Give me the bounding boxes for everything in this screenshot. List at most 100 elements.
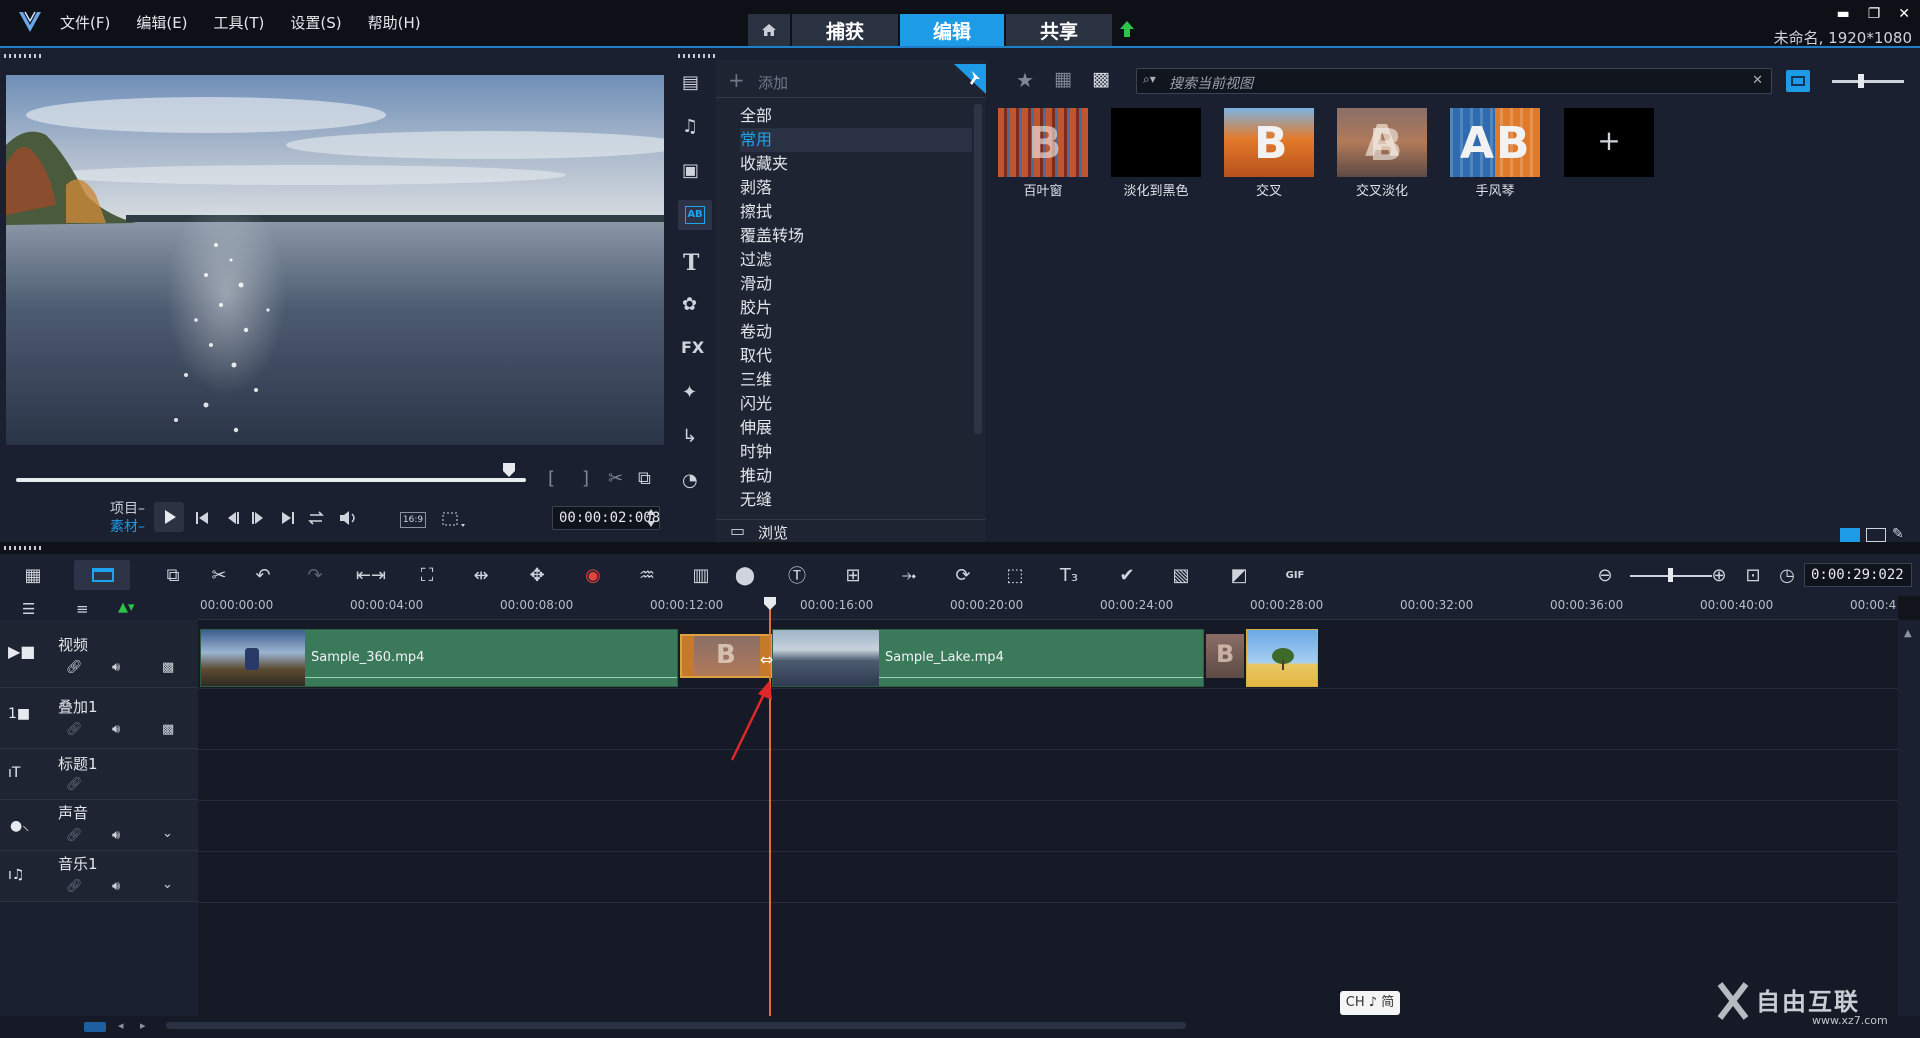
category-stretch[interactable]: 伸展 — [740, 416, 972, 440]
category-3d[interactable]: 三维 — [740, 368, 972, 392]
clear-search-icon[interactable]: ✕ — [1752, 73, 1763, 88]
filter-fx-icon[interactable]: FX — [681, 338, 711, 362]
split-screen-icon[interactable]: ⇹ — [468, 562, 494, 588]
title-icon[interactable]: T — [683, 250, 709, 276]
link-icon[interactable]: 🔗︎ — [66, 879, 83, 894]
link-icon[interactable]: 🔗︎ — [66, 660, 83, 675]
redo-icon[interactable]: ↷ — [302, 562, 328, 588]
mark-in-icon[interactable]: [ — [548, 468, 555, 489]
playhead-handle-icon[interactable] — [762, 596, 778, 612]
templates-icon[interactable]: ▣ — [682, 160, 708, 184]
add-folder-label[interactable]: 添加 — [758, 72, 788, 93]
transition-thumb-blinds[interactable]: B 百叶窗 — [998, 108, 1088, 200]
undo-icon[interactable]: ↶ — [250, 562, 276, 588]
split-clip-icon[interactable]: ✂ — [608, 468, 623, 489]
scrubber-handle-icon[interactable] — [502, 462, 516, 478]
category-flash[interactable]: 闪光 — [740, 392, 972, 416]
repeat-icon[interactable] — [308, 511, 324, 525]
stabilize-icon[interactable]: ⬚ — [1002, 562, 1028, 588]
category-seamless[interactable]: 无缝 — [740, 488, 972, 512]
enlarge-preview-icon[interactable]: ⧉ — [638, 468, 651, 489]
path-icon[interactable]: ↳ — [682, 426, 708, 450]
pan-zoom-icon[interactable]: ✥ — [524, 562, 550, 588]
mute-icon[interactable]: 🔊︎ — [112, 879, 120, 894]
add-transition-icon[interactable]: + — [1564, 108, 1654, 177]
transition-tab[interactable]: AB — [678, 200, 712, 230]
mute-icon[interactable]: 🔊︎ — [112, 722, 120, 737]
tab-capture[interactable]: 捕获 — [792, 14, 898, 46]
ime-indicator[interactable]: CH ♪ 简 — [1340, 991, 1400, 1015]
gif-icon[interactable]: GIF — [1282, 562, 1308, 588]
category-clock[interactable]: 时钟 — [740, 440, 972, 464]
motion-track-icon[interactable]: ⤞ — [896, 562, 922, 588]
mark-out-icon[interactable]: ] — [582, 468, 589, 489]
scroll-right-icon[interactable]: ▸ — [140, 1019, 146, 1032]
category-peel[interactable]: 剥落 — [740, 176, 972, 200]
upload-icon[interactable] — [1118, 20, 1136, 40]
menu-file[interactable]: 文件(F) — [60, 12, 110, 33]
multicam-icon[interactable]: ▥ — [688, 562, 714, 588]
mute-icon[interactable]: 🔊︎ — [112, 828, 120, 843]
timeline-transition[interactable]: B — [680, 634, 772, 678]
track-transparency-icon[interactable]: ▩ — [162, 722, 174, 737]
expand-chevron-icon[interactable]: ⌄ — [162, 877, 173, 892]
search-box[interactable]: ⌕▾ 搜索当前视图 ✕ — [1136, 68, 1772, 94]
grid-icon[interactable]: ⊞ — [840, 562, 866, 588]
go-to-start-icon[interactable] — [196, 512, 208, 524]
clip-mode-label[interactable]: 素材 — [110, 519, 138, 535]
paint-icon[interactable]: ✔ — [1114, 562, 1140, 588]
previous-frame-icon[interactable] — [228, 512, 239, 524]
category-filter[interactable]: 过滤 — [740, 248, 972, 272]
rotate-icon[interactable]: ⟳ — [950, 562, 976, 588]
add-favorite-icon[interactable]: ★ — [1016, 68, 1034, 92]
video-preview[interactable] — [6, 75, 664, 445]
go-to-end-icon[interactable] — [282, 512, 294, 524]
project-clip-mode[interactable]: 项目– 素材– — [110, 500, 145, 536]
motion-icon[interactable]: ✦ — [682, 382, 708, 406]
scroll-left-icon[interactable]: ◂ — [118, 1019, 124, 1032]
library-grip[interactable] — [678, 54, 718, 58]
ripple-edit-icon[interactable]: ▲▾ — [118, 600, 135, 615]
storyboard-view-icon[interactable]: ▦ — [20, 562, 46, 588]
speed-icon[interactable]: ◔ — [682, 470, 708, 494]
menu-tools[interactable]: 工具(T) — [214, 12, 265, 33]
next-frame-icon[interactable] — [252, 512, 263, 524]
copy-icon[interactable]: ⧉ — [160, 562, 186, 588]
transition-thumb-fade-black[interactable]: 淡化到黑色 — [1111, 108, 1201, 200]
mute-icon[interactable]: 🔊︎ — [112, 660, 120, 675]
link-icon[interactable]: 🔗︎ — [66, 722, 83, 737]
color-correct-icon[interactable]: ◩ — [1226, 562, 1252, 588]
audio-mixer-icon[interactable]: ♒ — [634, 562, 660, 588]
pin-icon[interactable] — [954, 64, 986, 94]
tab-share[interactable]: 共享 — [1006, 14, 1112, 46]
horizontal-scrollbar[interactable] — [166, 1022, 1186, 1029]
zoom-in-icon[interactable]: ⊕ — [1706, 562, 1732, 588]
timeline-grip[interactable] — [4, 546, 44, 550]
transition-thumb-accordion[interactable]: A B 手风琴 — [1450, 108, 1540, 200]
snapshot-icon[interactable]: ▧ — [1168, 562, 1194, 588]
category-overlay[interactable]: 覆盖转场 — [740, 224, 972, 248]
play-button[interactable] — [154, 502, 184, 532]
fit-icon[interactable]: ⇤⇥ — [356, 562, 386, 588]
apply-random-icon[interactable]: ▩ — [1092, 68, 1110, 90]
menu-help[interactable]: 帮助(H) — [368, 12, 421, 33]
project-mode-label[interactable]: 项目 — [110, 501, 138, 517]
search-input[interactable]: 搜索当前视图 — [1169, 73, 1253, 93]
video-clip-sample-360[interactable]: Sample_360.mp4 — [200, 629, 678, 687]
instant-project-icon[interactable]: ♫ — [682, 116, 708, 140]
menu-settings[interactable]: 设置(S) — [290, 12, 341, 33]
add-icon[interactable]: + — [728, 68, 745, 92]
record-icon[interactable]: ◉ — [580, 562, 606, 588]
category-favorites[interactable]: 收藏夹 — [740, 152, 972, 176]
subtitle-icon[interactable]: Ⓣ — [784, 562, 810, 588]
list-view-icon[interactable] — [1840, 528, 1860, 542]
track-manager-icon[interactable]: ☰ — [22, 600, 35, 618]
link-icon[interactable]: 🔗︎ — [66, 777, 83, 792]
category-slide[interactable]: 滑动 — [740, 272, 972, 296]
restore-icon[interactable]: ❐ — [1868, 6, 1881, 22]
media-icon[interactable]: ▤ — [682, 72, 708, 96]
timeline-view-button[interactable] — [74, 560, 130, 590]
category-wipe[interactable]: 擦拭 — [740, 200, 972, 224]
playback-scrubber[interactable] — [16, 478, 526, 482]
vertical-scrollbar[interactable]: ▲ — [1898, 620, 1920, 1016]
